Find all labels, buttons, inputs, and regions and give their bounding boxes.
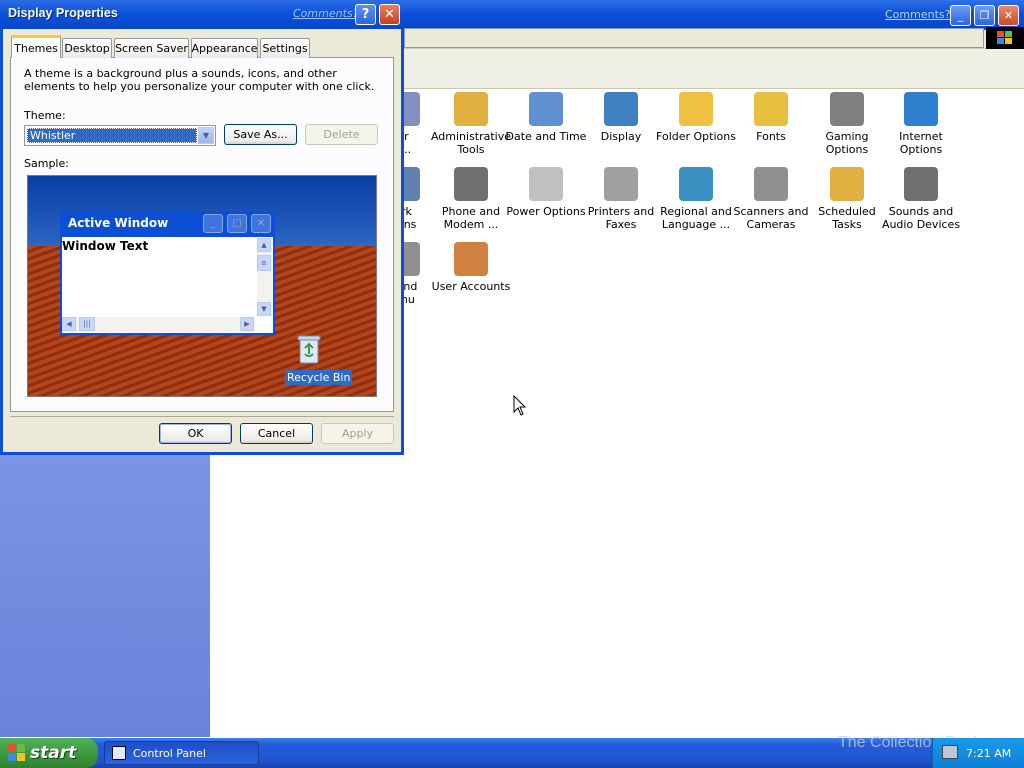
dialog-title: Display Properties xyxy=(8,6,118,20)
cp-item[interactable]: Regional and Language ... xyxy=(655,167,737,231)
cancel-button[interactable]: Cancel xyxy=(240,423,313,444)
network-icon[interactable] xyxy=(942,745,958,759)
theme-select-value: Whistler xyxy=(27,128,197,143)
cp-item[interactable]: Folder Options xyxy=(655,92,737,143)
preview-window-text: Window Text xyxy=(62,239,149,253)
cp-item[interactable]: Display xyxy=(580,92,662,143)
cp-item-icon xyxy=(754,92,788,126)
delete-button[interactable]: Delete xyxy=(305,124,378,145)
cp-item-icon xyxy=(529,167,563,201)
cp-item[interactable]: Date and Time xyxy=(505,92,587,143)
scroll-left-icon: ◀ xyxy=(62,317,76,331)
theme-label: Theme: xyxy=(24,109,66,122)
windows-logo-icon xyxy=(986,27,1024,49)
cp-item-label: Sounds and Audio Devices xyxy=(881,205,961,231)
close-button[interactable]: ✕ xyxy=(379,4,400,25)
chevron-down-icon[interactable]: ▼ xyxy=(198,127,214,144)
scroll-down-icon: ▼ xyxy=(257,302,271,316)
tab-desktop[interactable]: Desktop xyxy=(62,38,112,58)
cp-item-icon xyxy=(454,167,488,201)
dialog-separator xyxy=(10,416,394,417)
cp-item-label: Scheduled Tasks xyxy=(818,205,876,231)
cp-item-label: Power Options xyxy=(506,205,586,218)
recycle-bin-icon xyxy=(294,333,332,365)
control-panel-icon xyxy=(112,746,126,760)
tab-settings[interactable]: Settings xyxy=(260,38,310,58)
apply-button[interactable]: Apply xyxy=(321,423,394,444)
cp-item-label: Regional and Language ... xyxy=(660,205,732,231)
preview-horizontal-scrollbar: ◀ ||| ▶ xyxy=(62,317,255,332)
cp-restore-button[interactable]: ❐ xyxy=(974,5,995,26)
preview-maximize-icon: □ xyxy=(227,214,247,233)
cp-item[interactable]: Printers and Faxes xyxy=(580,167,662,231)
cp-item-icon xyxy=(904,167,938,201)
cp-item-icon xyxy=(454,242,488,276)
theme-description: A theme is a background plus a sounds, i… xyxy=(24,67,375,93)
cp-item[interactable]: Scheduled Tasks xyxy=(806,167,888,231)
cp-task-pane xyxy=(0,452,210,737)
ok-button[interactable]: OK xyxy=(159,423,232,444)
dialog-comments-link[interactable]: Comments? xyxy=(293,7,358,20)
cp-item-icon xyxy=(904,92,938,126)
cp-item-icon xyxy=(604,92,638,126)
preview-close-icon: ✕ xyxy=(251,214,271,233)
cp-item-label: Gaming Options xyxy=(825,130,869,156)
cp-item-label: Fonts xyxy=(756,130,786,143)
cp-minimize-button[interactable]: _ xyxy=(950,5,971,26)
cp-item-icon xyxy=(604,167,638,201)
hscroll-thumb: ||| xyxy=(79,317,95,331)
cp-item[interactable]: Power Options xyxy=(505,167,587,218)
cp-item[interactable]: User Accounts xyxy=(430,242,512,293)
cp-item-icon xyxy=(830,92,864,126)
cp-item-label: Phone and Modem ... xyxy=(441,205,501,231)
recycle-bin-label: Recycle Bin xyxy=(285,370,353,385)
cp-item-icon xyxy=(679,92,713,126)
cp-item-label: Scanners and Cameras xyxy=(733,205,809,231)
cp-item[interactable]: Phone and Modem ... xyxy=(430,167,512,231)
cp-item-label: Date and Time xyxy=(505,130,587,143)
cp-item[interactable]: Fonts xyxy=(730,92,812,143)
cp-comments-link[interactable]: Comments? xyxy=(885,8,950,21)
clock[interactable]: 7:21 AM xyxy=(966,747,1011,760)
cp-item-icon xyxy=(454,92,488,126)
cp-item[interactable]: Sounds and Audio Devices xyxy=(880,167,962,231)
preview-vertical-scrollbar: ▲ ≡ ▼ xyxy=(257,238,272,316)
cp-item-icon xyxy=(830,167,864,201)
cp-item-label: Printers and Faxes xyxy=(587,205,655,231)
theme-select[interactable]: Whistler ▼ xyxy=(24,125,216,146)
cp-close-button[interactable]: ✕ xyxy=(998,5,1019,26)
scroll-thumb: ≡ xyxy=(257,255,271,271)
preview-minimize-icon: _ xyxy=(203,214,223,233)
taskbar-control-panel[interactable]: Control Panel xyxy=(104,741,259,765)
tab-appearance[interactable]: Appearance xyxy=(191,38,258,58)
cp-item[interactable]: Internet Options xyxy=(880,92,962,156)
cp-item-icon xyxy=(529,92,563,126)
cp-item-icon xyxy=(679,167,713,201)
help-button[interactable]: ? xyxy=(355,4,376,25)
cp-item[interactable]: Scanners and Cameras xyxy=(730,167,812,231)
scroll-right-icon: ▶ xyxy=(240,317,254,331)
tab-themes[interactable]: Themes xyxy=(11,35,61,58)
scroll-up-icon: ▲ xyxy=(257,238,271,252)
cp-item[interactable]: Administrative Tools xyxy=(430,92,512,156)
tab-screen-saver[interactable]: Screen Saver xyxy=(114,38,189,58)
save-as-button[interactable]: Save As... xyxy=(224,124,297,145)
cp-item-label: User Accounts xyxy=(431,280,511,293)
cp-item-label: Internet Options xyxy=(899,130,943,156)
start-flag-icon xyxy=(8,744,26,762)
cp-address-field[interactable] xyxy=(404,28,984,48)
cp-item-label: Folder Options xyxy=(656,130,736,143)
cp-item-label: Administrative Tools xyxy=(430,130,512,156)
preview-window-title: Active Window xyxy=(68,216,169,230)
cp-item-icon xyxy=(754,167,788,201)
cp-item-label: Display xyxy=(600,130,642,143)
sample-label: Sample: xyxy=(24,157,69,170)
cp-item[interactable]: Gaming Options xyxy=(806,92,888,156)
mouse-cursor-icon xyxy=(513,394,527,420)
